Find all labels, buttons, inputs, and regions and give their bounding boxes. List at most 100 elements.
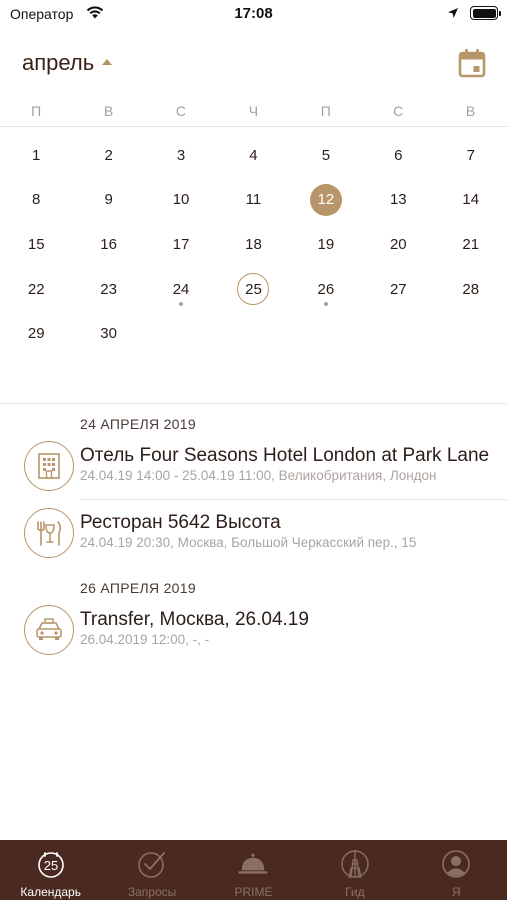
tab-guide[interactable]: Гид (304, 840, 405, 900)
calendar-day[interactable]: 11 (217, 178, 289, 223)
calendar-day[interactable]: 28 (435, 267, 507, 312)
day-number: 1 (32, 146, 41, 164)
day-number: 25 (237, 273, 270, 306)
calendar-day[interactable]: 23 (72, 267, 144, 312)
calendar-day[interactable]: 17 (145, 222, 217, 267)
calendar-day[interactable]: 27 (362, 267, 434, 312)
day-number: 8 (32, 191, 41, 209)
day-number: 10 (172, 191, 190, 209)
restaurant-icon (24, 508, 74, 558)
tab-requests[interactable]: Запросы (101, 840, 202, 900)
day-number: 28 (462, 280, 480, 298)
calendar-day[interactable]: 1 (0, 133, 72, 178)
event-subtitle: 26.04.2019 12:00, -, - (80, 632, 210, 647)
status-bar: Оператор 17:08 (0, 0, 507, 30)
calendar-day[interactable]: 7 (435, 133, 507, 178)
event-item-hotel[interactable]: Отель Four Seasons Hotel London at Park … (0, 436, 507, 502)
day-number: 9 (104, 191, 113, 209)
calendar-day[interactable]: 26 (290, 267, 362, 312)
calendar-grid: 1 2 3 4 5 6 7 8 9 10 11 12 13 14 15 16 1… (0, 133, 507, 356)
event-dot (323, 302, 328, 307)
calendar-day[interactable]: 24 (145, 267, 217, 312)
calendar-day[interactable]: 6 (362, 133, 434, 178)
day-number: 6 (394, 146, 403, 164)
calendar-day[interactable]: 14 (435, 178, 507, 223)
day-number: 19 (317, 235, 335, 253)
tab-calendar[interactable]: 25 Календарь (0, 840, 101, 900)
day-number: 2 (104, 146, 113, 164)
event-title: Отель Four Seasons Hotel London at Park … (80, 445, 490, 466)
divider (0, 403, 507, 404)
calendar-day[interactable]: 4 (217, 133, 289, 178)
weekday-label: С (393, 103, 404, 119)
profile-icon (440, 848, 472, 880)
day-number: 15 (27, 235, 45, 253)
calendar-day[interactable]: 15 (0, 222, 72, 267)
weekday-label: В (103, 103, 114, 119)
location-arrow-icon (448, 8, 458, 18)
hotel-icon (24, 441, 74, 491)
caret-up-icon (102, 58, 113, 65)
tab-label: Календарь (20, 885, 81, 899)
calendar-icon[interactable] (458, 48, 486, 78)
event-subtitle: 24.04.19 20:30, Москва, Большой Черкасск… (80, 535, 417, 550)
calendar-day-today[interactable]: 25 (217, 267, 289, 312)
divider (0, 126, 507, 127)
day-number: 4 (249, 146, 258, 164)
divider (80, 499, 507, 500)
day-number: 18 (245, 235, 262, 253)
calendar-day[interactable]: 3 (145, 133, 217, 178)
service-bell-icon (237, 848, 269, 880)
calendar-day[interactable]: 21 (435, 222, 507, 267)
day-number: 13 (389, 191, 407, 209)
event-item-transfer[interactable]: Transfer, Москва, 26.04.19 26.04.2019 12… (0, 600, 507, 666)
event-date-header: 24 АПРЕЛЯ 2019 (80, 416, 196, 432)
day-number: 7 (466, 146, 475, 164)
svg-text:25: 25 (43, 858, 57, 873)
calendar-day[interactable]: 5 (290, 133, 362, 178)
calendar-day-selected[interactable]: 12 (290, 178, 362, 223)
calendar-day[interactable]: 30 (72, 311, 144, 356)
day-number: 11 (245, 191, 262, 209)
day-number: 14 (462, 191, 480, 209)
weekday-label: П (320, 103, 331, 119)
weekday-header: П В С Ч П С В (0, 103, 507, 125)
calendar-day[interactable]: 13 (362, 178, 434, 223)
day-number: 16 (100, 235, 117, 253)
event-item-restaurant[interactable]: Ресторан 5642 Высота 24.04.19 20:30, Мос… (0, 503, 507, 569)
event-date-header: 26 АПРЕЛЯ 2019 (80, 580, 196, 596)
day-number: 20 (389, 235, 407, 253)
calendar-day[interactable]: 19 (290, 222, 362, 267)
check-circle-icon (136, 848, 168, 880)
day-number: 27 (389, 280, 407, 298)
weekday-label: П (31, 103, 42, 119)
tab-label: Гид (345, 885, 365, 899)
event-title: Ресторан 5642 Высота (80, 512, 281, 533)
weekday-label: В (465, 103, 476, 119)
calendar-day[interactable]: 22 (0, 267, 72, 312)
day-number: 30 (100, 325, 117, 343)
tab-profile[interactable]: Я (406, 840, 507, 900)
calendar-day[interactable]: 2 (72, 133, 144, 178)
calendar-day[interactable]: 29 (0, 311, 72, 356)
day-number: 24 (172, 280, 190, 298)
day-number: 12 (309, 183, 342, 216)
calendar-day[interactable]: 20 (362, 222, 434, 267)
calendar-day[interactable]: 8 (0, 178, 72, 223)
calendar-day[interactable]: 18 (217, 222, 289, 267)
calendar-day[interactable]: 9 (72, 178, 144, 223)
month-label: апрель (22, 50, 95, 75)
month-selector[interactable]: апрель (22, 50, 113, 76)
day-number: 3 (176, 146, 186, 164)
event-title: Transfer, Москва, 26.04.19 (80, 609, 309, 630)
taxi-icon (24, 605, 74, 655)
day-number: 23 (100, 280, 117, 298)
event-dot (179, 302, 184, 307)
tab-label: Я (451, 885, 461, 899)
day-number: 22 (27, 280, 45, 298)
calendar-day[interactable]: 10 (145, 178, 217, 223)
tab-bar: 25 Календарь Запросы PRIME Гид Я (0, 840, 507, 900)
calendar-day[interactable]: 16 (72, 222, 144, 267)
tab-prime[interactable]: PRIME (203, 840, 304, 900)
clock: 17:08 (234, 5, 273, 22)
